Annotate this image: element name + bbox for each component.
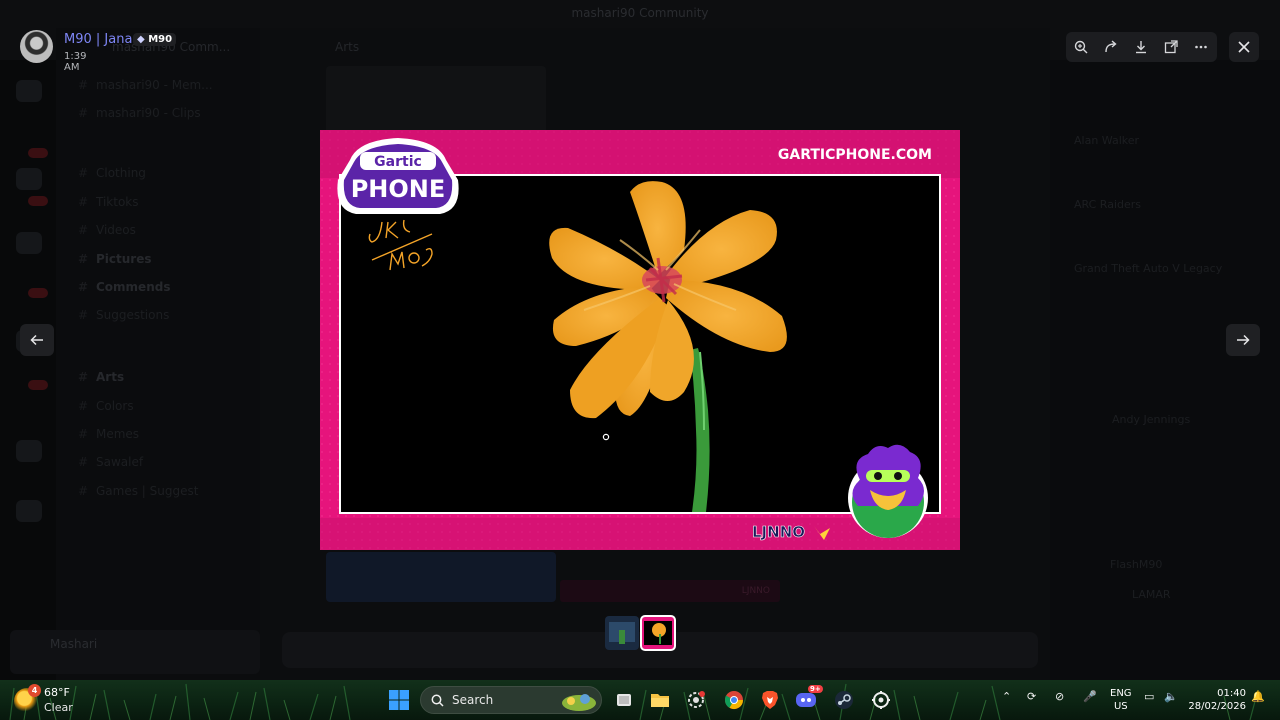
channel-item[interactable]: # Suggestions <box>78 308 169 322</box>
channel-item[interactable]: # mashari90 - Clips <box>78 106 201 120</box>
clock-date: 28/02/2026 <box>1188 701 1246 712</box>
settings-icon[interactable] <box>684 688 708 712</box>
channel-list <box>56 28 260 680</box>
server-icon[interactable] <box>16 500 42 522</box>
thumbnail-2[interactable] <box>640 615 676 651</box>
weather-condition: Clear <box>44 701 73 714</box>
language-indicator[interactable]: ENG US <box>1110 687 1132 713</box>
channel-item[interactable]: # Videos <box>78 223 136 237</box>
volume-icon[interactable]: 🔈 <box>1164 690 1178 703</box>
svg-text:Gartic: Gartic <box>374 154 422 170</box>
server-icon[interactable] <box>16 232 42 254</box>
member-list <box>1050 60 1280 680</box>
arrow-left-icon <box>30 334 43 346</box>
file-explorer-icon[interactable] <box>648 688 672 712</box>
member-item[interactable]: Andy Jennings <box>1112 413 1190 426</box>
avatar[interactable] <box>20 30 53 63</box>
chrome-icon[interactable] <box>722 688 746 712</box>
search-label: Search <box>452 693 494 707</box>
channel-item-active[interactable]: # Arts <box>78 370 124 384</box>
steam-icon[interactable] <box>832 688 856 712</box>
window-title: mashari90 Community <box>571 6 709 20</box>
title-bar: mashari90 Community <box>0 0 1280 28</box>
site-url: GARTICPHONE.COM <box>778 147 932 163</box>
server-icon[interactable] <box>16 440 42 462</box>
clock[interactable]: 01:40 28/02/2026 <box>1188 687 1246 713</box>
microphone-icon[interactable]: 🎤 <box>1083 690 1097 703</box>
channel-item[interactable]: # Memes <box>78 427 139 441</box>
channel-header: Arts <box>335 40 360 54</box>
close-viewer-button[interactable] <box>1229 32 1259 62</box>
weather-temperature: 68°F <box>44 686 70 699</box>
forward-icon[interactable] <box>1099 35 1123 59</box>
viewer-image: Gartic PHONE GARTICPHONE.COM LJNNO <box>320 130 960 550</box>
task-view-icon[interactable] <box>612 688 636 712</box>
channel-item[interactable]: # Tiktoks <box>78 195 139 209</box>
next-image-button[interactable] <box>1226 324 1260 356</box>
close-icon <box>1238 41 1250 53</box>
weather-badge: 4 <box>28 684 41 697</box>
member-item[interactable]: LAMAR <box>1132 588 1171 601</box>
arrow-right-icon <box>1237 334 1250 346</box>
previous-image-button[interactable] <box>20 324 54 356</box>
taskbar-search[interactable] <box>420 686 602 714</box>
discord-icon[interactable]: 9+ <box>794 685 823 712</box>
channel-item[interactable]: # Sawalef <box>78 455 143 469</box>
user-panel-name: Mashari <box>50 637 98 651</box>
discord-badge: 9+ <box>808 685 823 693</box>
steelseries-icon[interactable] <box>869 688 893 712</box>
thumbnail-1[interactable] <box>605 616 639 650</box>
svg-text:PHONE: PHONE <box>351 175 446 203</box>
channel-item[interactable]: # Colors <box>78 399 134 413</box>
uploader-name[interactable]: M90 | Jana <box>64 32 132 47</box>
member-item[interactable]: Grand Theft Auto V Legacy <box>1074 262 1222 275</box>
diamond-icon: ◆ <box>137 34 145 45</box>
channel-item[interactable]: # mashari90 - Mem... <box>78 78 213 92</box>
network-off-icon[interactable]: ⊘ <box>1055 690 1064 703</box>
zoom-icon[interactable] <box>1069 35 1093 59</box>
open-external-icon[interactable] <box>1159 35 1183 59</box>
brave-icon[interactable] <box>758 688 782 712</box>
chat-attachment[interactable] <box>326 552 556 602</box>
clock-time: 01:40 <box>1217 688 1246 699</box>
sync-icon[interactable]: ⟳ <box>1027 690 1036 703</box>
channel-item[interactable]: # Clothing <box>78 166 146 180</box>
server-icon[interactable] <box>16 80 42 102</box>
server-badge <box>28 288 48 298</box>
search-highlight-icon <box>562 694 596 711</box>
channel-item[interactable]: # Games | Suggest <box>78 484 198 498</box>
download-icon[interactable] <box>1129 35 1153 59</box>
display-icon[interactable]: ▭ <box>1144 690 1154 703</box>
uploader-badge: ◆ M90 <box>133 33 177 46</box>
uploader-timestamp: 1:39 AM <box>64 51 87 73</box>
member-item[interactable]: ARC Raiders <box>1074 198 1141 211</box>
channel-item[interactable]: # Pictures <box>78 252 152 266</box>
search-icon <box>431 694 444 707</box>
server-badge <box>28 196 48 206</box>
artist-name: LJNNO <box>752 523 805 541</box>
user-panel[interactable] <box>10 630 260 674</box>
more-icon[interactable] <box>1189 35 1213 59</box>
viewer-toolbar <box>1066 32 1217 62</box>
member-item[interactable]: FlashM90 <box>1110 558 1162 571</box>
server-icon[interactable] <box>16 168 42 190</box>
mascot-avatar <box>848 444 928 538</box>
server-badge <box>28 380 48 390</box>
channel-item[interactable]: # Commends <box>78 280 170 294</box>
start-button[interactable] <box>388 689 410 711</box>
chat-attachment-caption[interactable]: LJNNO <box>560 580 780 602</box>
notification-icon[interactable]: 🔔 <box>1251 690 1265 703</box>
show-hidden-icons[interactable]: ⌃ <box>1002 690 1011 703</box>
server-badge <box>28 148 48 158</box>
member-item[interactable]: Alan Walker <box>1074 134 1139 147</box>
